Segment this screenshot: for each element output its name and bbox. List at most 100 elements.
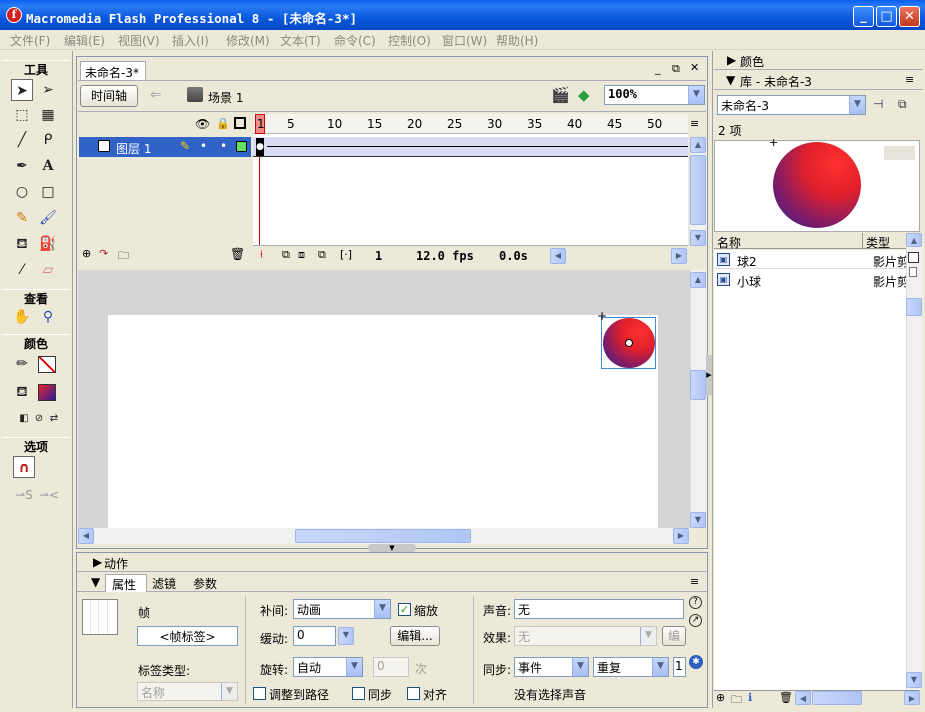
rotate-select[interactable]: 自动 ▼	[293, 657, 363, 677]
color-expand-icon[interactable]: ▶	[727, 53, 736, 67]
center-frame-icon[interactable]: ⍿	[260, 248, 263, 262]
selection-tool-icon[interactable]: ➤	[11, 79, 33, 101]
eraser-tool-icon[interactable]: ▱	[37, 259, 59, 281]
layer-visible-dot[interactable]: •	[200, 139, 207, 153]
column-name[interactable]: 名称	[717, 234, 741, 251]
onion-skin-icon[interactable]: ⧉	[282, 248, 290, 262]
preview-controls[interactable]	[884, 146, 915, 160]
scale-checkbox[interactable]: ✓	[398, 603, 411, 616]
eyedropper-icon[interactable]: ⁄	[11, 259, 33, 281]
fill-color-icon[interactable]: ⛾	[11, 381, 33, 403]
properties-menu-icon[interactable]: ≡	[690, 575, 699, 588]
stage-scroll-thumb-h[interactable]	[295, 529, 471, 543]
doc-minimize-icon[interactable]: _	[655, 62, 661, 75]
library-title[interactable]: 库 - 未命名-3	[740, 73, 812, 90]
new-symbol-icon[interactable]: ⊕	[716, 691, 725, 704]
library-scroll-thumb[interactable]	[906, 298, 922, 316]
column-type[interactable]: 类型	[866, 234, 890, 251]
modify-markers-icon[interactable]: [·]	[340, 248, 352, 261]
layer-lock-dot[interactable]: •	[220, 139, 227, 153]
onion-outline-icon[interactable]: ⧈	[298, 248, 305, 262]
edit-symbol-icon[interactable]: ◆	[578, 86, 590, 104]
stage-scroll-up[interactable]: ▲	[690, 272, 706, 288]
brush-tool-icon[interactable]: 🖌	[37, 207, 59, 229]
sync-select[interactable]: 事件 ▼	[514, 657, 589, 677]
eye-icon[interactable]: 👁	[195, 117, 210, 131]
back-arrow-icon[interactable]: ⇐	[150, 87, 162, 103]
library-menu-icon[interactable]: ≡	[905, 73, 914, 86]
menu-help[interactable]: 帮助(H)	[496, 32, 538, 49]
timeline-menu-icon[interactable]: ≡	[690, 117, 699, 130]
tween-select[interactable]: 动画 ▼	[293, 599, 391, 619]
pencil-tool-icon[interactable]: ✎	[11, 207, 33, 229]
new-folder-icon[interactable]: 🗀	[731, 691, 742, 710]
snap-checkbox[interactable]	[407, 687, 420, 700]
doc-restore-icon[interactable]: ⧉	[672, 62, 680, 76]
timeline-scroll-up[interactable]: ▲	[690, 137, 706, 153]
delete-item-icon[interactable]: 🗑	[779, 691, 793, 704]
orient-path-checkbox[interactable]	[253, 687, 266, 700]
edit-scene-icon[interactable]: 🎬	[551, 86, 570, 104]
accessibility-icon[interactable]: ✱	[689, 655, 703, 669]
transform-point[interactable]	[625, 339, 633, 347]
menu-window[interactable]: 窗口(W)	[442, 32, 487, 49]
menu-control[interactable]: 控制(O)	[388, 32, 431, 49]
tab-properties[interactable]: 属性	[105, 574, 147, 592]
actions-panel-header[interactable]	[77, 553, 707, 572]
library-hscroll-right[interactable]: ▶	[904, 691, 920, 705]
oval-tool-icon[interactable]: ○	[11, 181, 33, 203]
library-dropdown-icon[interactable]: ▼	[849, 96, 865, 114]
library-item-name[interactable]: 球2	[737, 253, 757, 270]
snap-magnet-icon[interactable]: ∩	[13, 456, 35, 478]
keyframe[interactable]: ●	[256, 138, 264, 156]
properties-collapse-icon[interactable]: ▼	[91, 575, 100, 589]
help-icon[interactable]: ?	[689, 596, 702, 609]
ink-bottle-icon[interactable]: ⛾	[11, 233, 33, 255]
library-scroll-down[interactable]: ▼	[906, 672, 922, 688]
sound-select[interactable]: 无	[514, 599, 684, 619]
scene-name[interactable]: 场景 1	[208, 89, 243, 106]
library-select[interactable]: 未命名-3 ▼	[717, 95, 866, 115]
timeline-scroll-left[interactable]: ◀	[550, 248, 566, 264]
menu-modify[interactable]: 修改(M)	[226, 32, 270, 49]
rotate-dropdown-icon[interactable]: ▼	[346, 658, 362, 676]
stroke-color-swatch[interactable]	[38, 356, 56, 373]
timeline-button[interactable]: 时间轴	[80, 85, 138, 107]
repeat-count-input[interactable]: 1	[673, 657, 686, 677]
stroke-color-icon[interactable]: ✏	[11, 353, 33, 375]
menu-edit[interactable]: 编辑(E)	[64, 32, 105, 49]
add-guide-icon[interactable]: ↷	[99, 247, 108, 260]
text-tool-icon[interactable]: A	[37, 155, 59, 177]
pen-tool-icon[interactable]: ✒	[11, 155, 33, 177]
lasso-tool-icon[interactable]: ᑭ	[37, 129, 59, 151]
layer-outline-color[interactable]	[236, 141, 247, 152]
subselection-tool-icon[interactable]: ➢	[37, 79, 59, 101]
stage-scroll-down[interactable]: ▼	[690, 512, 706, 528]
layer-name[interactable]: 图层 1	[116, 140, 151, 157]
tween-span[interactable]	[253, 137, 688, 157]
stage-scroll-right[interactable]: ▶	[673, 528, 689, 544]
ease-slider-icon[interactable]: ▼	[338, 627, 354, 645]
edit-multiple-icon[interactable]: ⧉	[318, 248, 326, 262]
timeline-scroll-right[interactable]: ▶	[671, 248, 687, 264]
edit-ease-button[interactable]: 编辑...	[390, 626, 440, 646]
minimize-button[interactable]: _	[853, 6, 874, 27]
fill-color-swatch[interactable]	[38, 384, 56, 401]
pin-library-icon[interactable]: ⊣	[873, 97, 883, 111]
ease-input[interactable]: 0	[293, 626, 336, 646]
lock-icon[interactable]: 🔒	[216, 117, 230, 130]
line-tool-icon[interactable]: ╱	[11, 129, 33, 151]
zoom-dropdown-icon[interactable]: ▼	[688, 86, 704, 104]
library-scroll-up[interactable]: ▲	[906, 233, 922, 247]
library-hscroll-left[interactable]: ◀	[795, 691, 811, 705]
paint-bucket-icon[interactable]: ⛽	[37, 233, 59, 255]
tab-parameters[interactable]: 参数	[193, 575, 217, 592]
straighten-icon[interactable]: ⇀<	[38, 484, 60, 506]
wide-view-icon[interactable]	[908, 252, 919, 263]
timeline-scroll-thumb[interactable]	[690, 155, 706, 225]
maximize-button[interactable]: □	[876, 6, 897, 27]
actions-title[interactable]: 动作	[104, 555, 128, 572]
properties-info-icon[interactable]: ℹ	[748, 691, 752, 704]
frame-label-input[interactable]: <帧标签>	[137, 626, 238, 646]
fill-transform-icon[interactable]: ▦	[37, 104, 59, 126]
